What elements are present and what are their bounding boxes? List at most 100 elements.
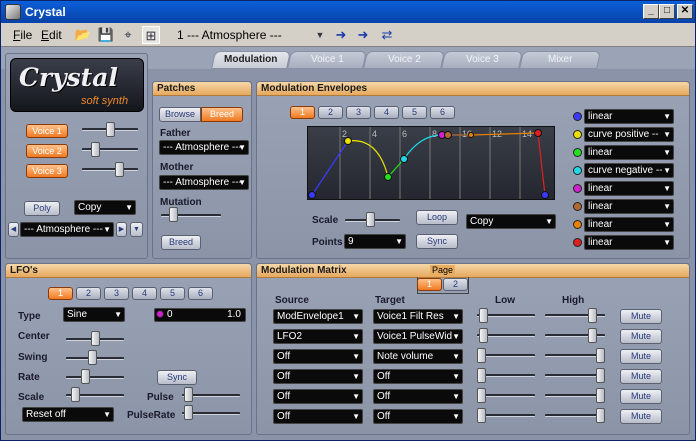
tab-mixer[interactable]: Mixer	[519, 51, 601, 69]
matrix-row-3-low-slider-knob[interactable]	[477, 348, 486, 363]
curve-8-dropdown[interactable]: linear	[584, 235, 674, 250]
voice-3-button[interactable]: Voice 3	[26, 164, 68, 178]
lfo-page-4-button[interactable]: 4	[132, 287, 157, 300]
env-page-5-button[interactable]: 5	[402, 106, 427, 119]
lfo-page-3-button[interactable]: 3	[104, 287, 129, 300]
preset-selector[interactable]: 1 --- Atmosphere ---	[177, 28, 282, 42]
envelope-graph[interactable]: 2 4 6 8 10 12 14	[307, 126, 555, 200]
tab-voice-1[interactable]: Voice 1	[287, 51, 367, 69]
lfo-center-slider-knob[interactable]	[91, 331, 100, 346]
voice-1-button[interactable]: Voice 1	[26, 124, 68, 138]
voice-3-level-slider-knob[interactable]	[115, 162, 124, 177]
curve-1-dropdown[interactable]: linear	[584, 109, 674, 124]
curve-6-dropdown[interactable]: linear	[584, 199, 674, 214]
swap-arrows-icon[interactable]: ⇄	[378, 26, 396, 44]
matrix-row-6-source-dropdown[interactable]: Off	[273, 409, 363, 424]
close-button[interactable]: ✕	[677, 4, 693, 19]
network-icon[interactable]: ⊞	[142, 26, 160, 44]
env-copy-dropdown[interactable]: Copy	[466, 214, 556, 229]
matrix-row-6-target-dropdown[interactable]: Off	[373, 409, 463, 424]
menu-edit[interactable]: Edit	[41, 28, 62, 42]
matrix-row-6-high-slider-knob[interactable]	[596, 408, 605, 423]
curve-5-dropdown[interactable]: linear	[584, 181, 674, 196]
matrix-row-2-mute-button[interactable]: Mute	[620, 329, 662, 344]
matrix-row-5-high-slider-knob[interactable]	[596, 388, 605, 403]
lfo-page-5-button[interactable]: 5	[160, 287, 185, 300]
env-page-3-button[interactable]: 3	[346, 106, 371, 119]
matrix-row-6-mute-button[interactable]: Mute	[620, 409, 662, 424]
matrix-row-2-source-dropdown[interactable]: LFO2	[273, 329, 363, 344]
matrix-row-3-source-dropdown[interactable]: Off	[273, 349, 363, 364]
matrix-row-5-source-dropdown[interactable]: Off	[273, 389, 363, 404]
matrix-row-3-target-dropdown[interactable]: Note volume	[373, 349, 463, 364]
voice-1-level-slider-knob[interactable]	[106, 122, 115, 137]
breed-toggle-button[interactable]: Breed	[201, 107, 243, 122]
menu-file[interactable]: File	[13, 28, 32, 42]
lfo-swing-slider-knob[interactable]	[88, 350, 97, 365]
father-dropdown[interactable]: --- Atmosphere ---	[159, 140, 249, 155]
matrix-page-1-button[interactable]: 1	[417, 278, 442, 291]
env-sync-button[interactable]: Sync	[416, 234, 458, 249]
tab-modulation[interactable]: Modulation	[211, 51, 291, 69]
matrix-row-1-source-dropdown[interactable]: ModEnvelope1	[273, 309, 363, 324]
matrix-row-2-high-slider-knob[interactable]	[588, 328, 597, 343]
lfo-page-1-button[interactable]: 1	[48, 287, 73, 300]
prev-preset-button[interactable]: ◀	[8, 222, 19, 237]
matrix-row-2-low-slider-knob[interactable]	[479, 328, 488, 343]
matrix-row-4-source-dropdown[interactable]: Off	[273, 369, 363, 384]
matrix-row-4-high-slider-knob[interactable]	[596, 368, 605, 383]
matrix-row-1-high-slider-knob[interactable]	[588, 308, 597, 323]
lfo-sync-button[interactable]: Sync	[157, 370, 197, 385]
lfo-pulse-slider-knob[interactable]	[184, 387, 193, 402]
matrix-row-5-low-slider-knob[interactable]	[477, 388, 486, 403]
matrix-row-2-target-dropdown[interactable]: Voice1 PulseWid	[373, 329, 463, 344]
matrix-row-6-low-slider-knob[interactable]	[477, 408, 486, 423]
save-icon[interactable]: 💾	[97, 26, 115, 44]
poly-button[interactable]: Poly	[24, 201, 60, 216]
preset-menu-button[interactable]: ▼	[130, 222, 143, 237]
tune-icon[interactable]: ⌖	[119, 26, 137, 44]
env-page-6-button[interactable]: 6	[430, 106, 455, 119]
env-page-2-button[interactable]: 2	[318, 106, 343, 119]
lfo-reset-dropdown[interactable]: Reset off	[22, 407, 114, 422]
next-preset-arrow-icon[interactable]: ➜	[354, 26, 372, 44]
points-dropdown[interactable]: 9	[344, 234, 406, 249]
maximize-button[interactable]: □	[659, 4, 675, 19]
poly-mode-dropdown[interactable]: Copy	[74, 200, 136, 215]
env-page-4-button[interactable]: 4	[374, 106, 399, 119]
lfo-page-6-button[interactable]: 6	[188, 287, 213, 300]
matrix-row-5-target-dropdown[interactable]: Off	[373, 389, 463, 404]
breed-button[interactable]: Breed	[161, 235, 201, 250]
lfo-scale-slider-knob[interactable]	[71, 387, 80, 402]
preset-dropdown-icon[interactable]: ▼	[311, 26, 329, 44]
matrix-row-4-mute-button[interactable]: Mute	[620, 369, 662, 384]
matrix-row-3-high-slider-knob[interactable]	[596, 348, 605, 363]
browse-button[interactable]: Browse	[159, 107, 201, 122]
curve-3-dropdown[interactable]: linear	[584, 145, 674, 160]
matrix-row-4-target-dropdown[interactable]: Off	[373, 369, 463, 384]
lfo-range-display[interactable]: 0 1.0	[154, 308, 246, 322]
curve-7-dropdown[interactable]: linear	[584, 217, 674, 232]
env-page-1-button[interactable]: 1	[290, 106, 315, 119]
tab-voice-2[interactable]: Voice 2	[363, 51, 445, 69]
next-preset-button[interactable]: ▶	[116, 222, 127, 237]
open-folder-icon[interactable]: 📂	[74, 26, 92, 44]
lfo-pulserate-slider-knob[interactable]	[184, 405, 193, 420]
matrix-row-3-mute-button[interactable]: Mute	[620, 349, 662, 364]
matrix-page-2-button[interactable]: 2	[443, 278, 468, 291]
matrix-row-1-mute-button[interactable]: Mute	[620, 309, 662, 324]
tab-voice-3[interactable]: Voice 3	[441, 51, 523, 69]
matrix-row-1-low-slider-knob[interactable]	[479, 308, 488, 323]
lfo-type-dropdown[interactable]: Sine	[63, 307, 125, 322]
lfo-rate-slider-knob[interactable]	[81, 369, 90, 384]
matrix-row-5-mute-button[interactable]: Mute	[620, 389, 662, 404]
minimize-button[interactable]: _	[643, 4, 659, 19]
matrix-row-4-low-slider-knob[interactable]	[477, 368, 486, 383]
voice-2-level-slider-knob[interactable]	[91, 142, 100, 157]
loop-button[interactable]: Loop	[416, 210, 458, 225]
voice-2-button[interactable]: Voice 2	[26, 144, 68, 158]
curve-2-dropdown[interactable]: curve positive --	[584, 127, 674, 142]
mother-dropdown[interactable]: --- Atmosphere ---	[159, 175, 249, 190]
mutation-slider-knob[interactable]	[169, 207, 178, 222]
curve-4-dropdown[interactable]: curve negative --	[584, 163, 674, 178]
